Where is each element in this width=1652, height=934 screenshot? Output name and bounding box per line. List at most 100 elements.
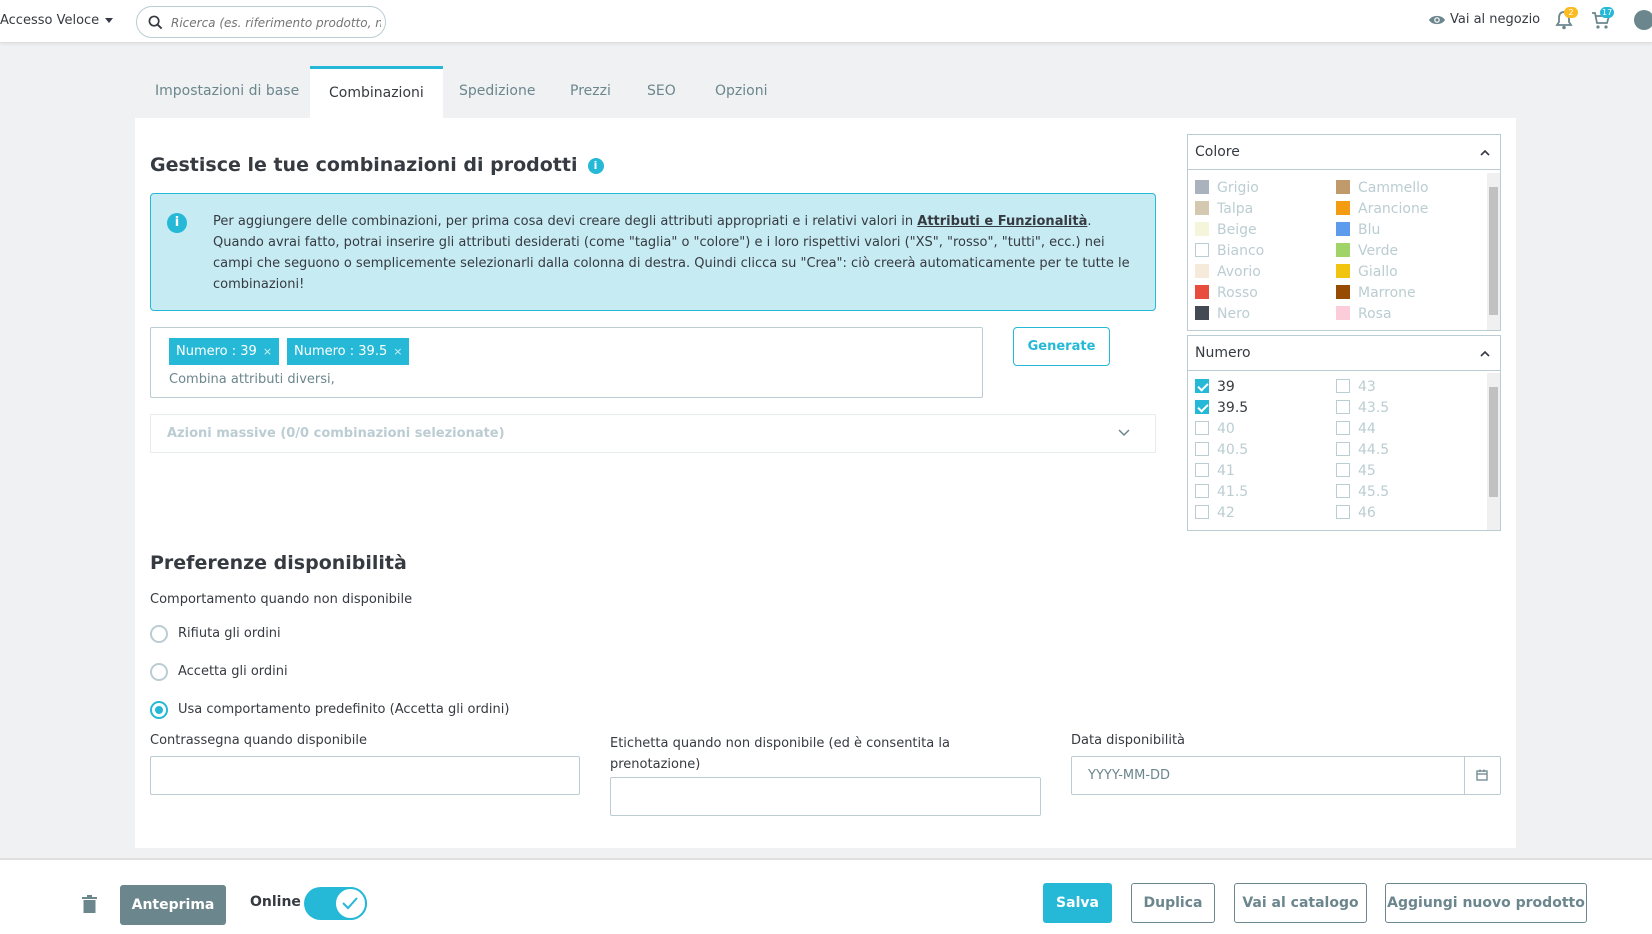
color-swatch[interactable] bbox=[1336, 201, 1350, 215]
color-swatch[interactable] bbox=[1336, 180, 1350, 194]
color-swatch[interactable] bbox=[1336, 306, 1350, 320]
scrollbar[interactable] bbox=[1487, 373, 1500, 530]
orders-button[interactable]: 17 bbox=[1591, 7, 1615, 34]
save-button[interactable]: Salva bbox=[1043, 883, 1112, 923]
color-option[interactable]: Verde bbox=[1336, 243, 1398, 259]
tab-prices[interactable]: Prezzi bbox=[551, 66, 630, 118]
color-option[interactable]: Rosa bbox=[1336, 306, 1392, 322]
size-option[interactable]: 46 bbox=[1336, 505, 1376, 521]
radio-default-behavior[interactable] bbox=[150, 701, 168, 719]
color-swatch[interactable] bbox=[1195, 222, 1209, 236]
trash-icon[interactable] bbox=[82, 895, 97, 913]
panel-header-color[interactable]: Colore bbox=[1188, 135, 1500, 170]
checkbox[interactable] bbox=[1336, 379, 1350, 393]
color-option[interactable]: Giallo bbox=[1336, 264, 1398, 280]
checkbox[interactable] bbox=[1336, 463, 1350, 477]
attributes-features-link[interactable]: Attributi e Funzionalità bbox=[917, 214, 1087, 229]
color-option[interactable]: Cammello bbox=[1336, 180, 1429, 196]
size-option[interactable]: 43.5 bbox=[1336, 400, 1389, 416]
checkbox[interactable] bbox=[1195, 505, 1209, 519]
color-swatch[interactable] bbox=[1195, 201, 1209, 215]
checkbox[interactable] bbox=[1195, 400, 1209, 414]
color-swatch[interactable] bbox=[1336, 243, 1350, 257]
size-option[interactable]: 41.5 bbox=[1195, 484, 1248, 500]
color-option[interactable]: Marrone bbox=[1336, 285, 1416, 301]
size-option[interactable]: 44 bbox=[1336, 421, 1376, 437]
color-option[interactable]: Grigio bbox=[1195, 180, 1259, 196]
notifications-button[interactable]: 2 bbox=[1555, 7, 1578, 34]
scrollbar[interactable] bbox=[1487, 173, 1500, 330]
availability-date-field[interactable]: YYYY-MM-DD bbox=[1071, 756, 1501, 795]
quick-access-dropdown[interactable]: Accesso Veloce bbox=[0, 13, 114, 28]
radio-accept-orders-label[interactable]: Accetta gli ordini bbox=[178, 664, 288, 679]
size-option[interactable]: 42 bbox=[1195, 505, 1235, 521]
color-option[interactable]: Blu bbox=[1336, 222, 1380, 238]
color-swatch[interactable] bbox=[1336, 264, 1350, 278]
size-option[interactable]: 44.5 bbox=[1336, 442, 1389, 458]
tag-input-hint[interactable]: Combina attributi diversi, bbox=[169, 372, 335, 387]
color-swatch[interactable] bbox=[1195, 285, 1209, 299]
size-option[interactable]: 40.5 bbox=[1195, 442, 1248, 458]
radio-default-behavior-label[interactable]: Usa comportamento predefinito (Accetta g… bbox=[178, 702, 509, 717]
view-shop-link[interactable]: Vai al negozio bbox=[1428, 12, 1540, 27]
color-option[interactable]: Rosso bbox=[1195, 285, 1258, 301]
checkbox[interactable] bbox=[1195, 484, 1209, 498]
size-option[interactable]: 43 bbox=[1336, 379, 1376, 395]
duplicate-button[interactable]: Duplica bbox=[1131, 883, 1215, 923]
color-swatch[interactable] bbox=[1195, 180, 1209, 194]
color-swatch[interactable] bbox=[1195, 243, 1209, 257]
checkbox[interactable] bbox=[1195, 421, 1209, 435]
tab-options[interactable]: Opzioni bbox=[696, 66, 786, 118]
tab-basic-settings[interactable]: Impostazioni di base bbox=[136, 66, 318, 118]
checkbox[interactable] bbox=[1195, 379, 1209, 393]
add-new-product-button[interactable]: Aggiungi nuovo prodotto bbox=[1385, 883, 1587, 923]
size-option[interactable]: 39.5 bbox=[1195, 400, 1248, 416]
calendar-button[interactable] bbox=[1464, 757, 1500, 794]
bulk-actions-bar[interactable]: Azioni massive (0/0 combinazioni selezio… bbox=[150, 414, 1156, 453]
size-option[interactable]: 45 bbox=[1336, 463, 1376, 479]
color-swatch[interactable] bbox=[1195, 306, 1209, 320]
size-option[interactable]: 41 bbox=[1195, 463, 1235, 479]
size-option[interactable]: 45.5 bbox=[1336, 484, 1389, 500]
radio-refuse-orders[interactable] bbox=[150, 625, 168, 643]
checkbox[interactable] bbox=[1195, 463, 1209, 477]
tab-seo[interactable]: SEO bbox=[628, 66, 695, 118]
search-input[interactable] bbox=[169, 13, 383, 33]
checkbox[interactable] bbox=[1336, 484, 1350, 498]
info-icon[interactable]: i bbox=[587, 157, 604, 174]
employee-avatar[interactable] bbox=[1634, 10, 1652, 30]
preview-button[interactable]: Anteprima bbox=[120, 885, 226, 925]
radio-accept-orders[interactable] bbox=[150, 663, 168, 681]
generate-button[interactable]: Generate bbox=[1013, 327, 1110, 366]
checkbox[interactable] bbox=[1195, 442, 1209, 456]
attributes-tag-input[interactable]: Numero : 39 × Numero : 39.5 × Combina attr… bbox=[150, 327, 983, 398]
color-swatch[interactable] bbox=[1336, 285, 1350, 299]
color-option[interactable]: Talpa bbox=[1195, 201, 1253, 217]
color-swatch[interactable] bbox=[1195, 264, 1209, 278]
color-option[interactable]: Arancione bbox=[1336, 201, 1428, 217]
scrollbar-thumb[interactable] bbox=[1489, 187, 1498, 315]
tab-combinations[interactable]: Combinazioni bbox=[310, 66, 443, 118]
checkbox[interactable] bbox=[1336, 421, 1350, 435]
radio-refuse-orders-label[interactable]: Rifiuta gli ordini bbox=[178, 626, 281, 641]
color-option[interactable]: Bianco bbox=[1195, 243, 1264, 259]
scrollbar-thumb[interactable] bbox=[1489, 387, 1498, 497]
online-toggle[interactable] bbox=[304, 887, 367, 920]
panel-header-size[interactable]: Numero bbox=[1188, 336, 1500, 371]
checkbox[interactable] bbox=[1336, 505, 1350, 519]
color-option[interactable]: Nero bbox=[1195, 306, 1250, 322]
search-box[interactable] bbox=[136, 6, 386, 38]
out-of-stock-field[interactable] bbox=[610, 777, 1041, 816]
checkbox[interactable] bbox=[1336, 400, 1350, 414]
tab-shipping[interactable]: Spedizione bbox=[440, 66, 554, 118]
color-option[interactable]: Beige bbox=[1195, 222, 1257, 238]
checkbox[interactable] bbox=[1336, 442, 1350, 456]
in-stock-field[interactable] bbox=[150, 756, 580, 795]
size-option[interactable]: 40 bbox=[1195, 421, 1235, 437]
remove-tag-icon[interactable]: × bbox=[393, 345, 402, 358]
go-to-catalog-button[interactable]: Vai al catalogo bbox=[1234, 883, 1367, 923]
size-option[interactable]: 39 bbox=[1195, 379, 1235, 395]
color-option[interactable]: Avorio bbox=[1195, 264, 1261, 280]
remove-tag-icon[interactable]: × bbox=[263, 345, 272, 358]
color-swatch[interactable] bbox=[1336, 222, 1350, 236]
